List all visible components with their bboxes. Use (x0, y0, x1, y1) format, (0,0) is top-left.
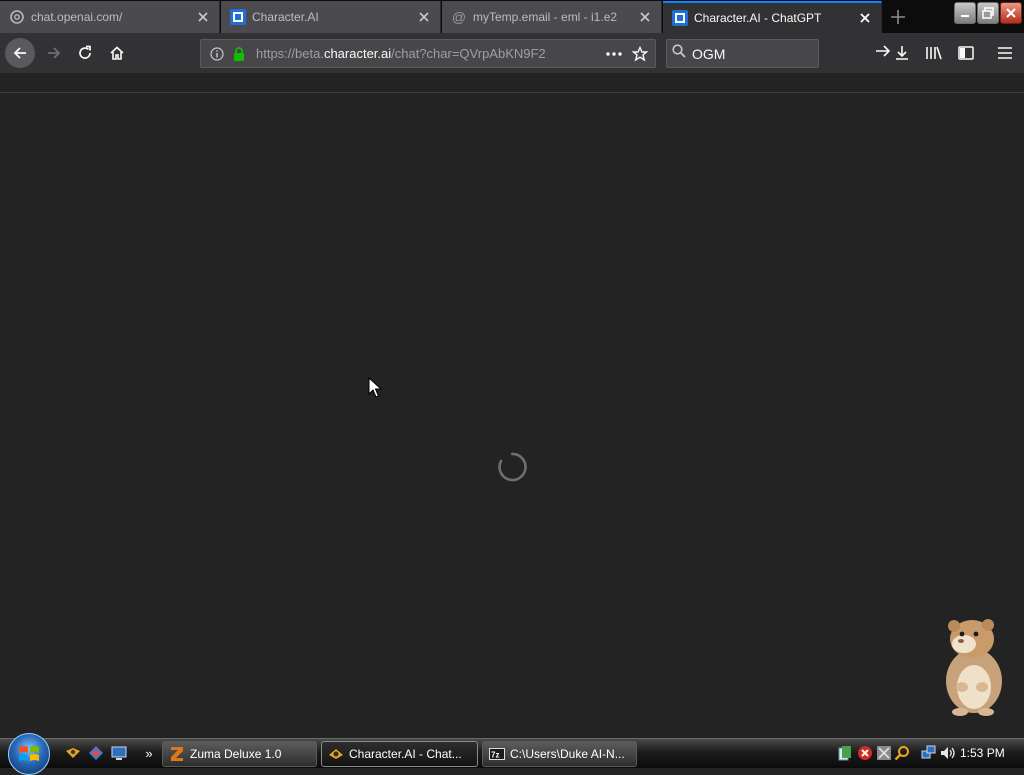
page-actions-icon[interactable] (603, 43, 625, 65)
sidebar-button[interactable] (952, 39, 980, 67)
home-button[interactable] (103, 39, 131, 67)
arrow-left-icon (13, 47, 26, 59)
url-prefix: https://beta. (256, 46, 324, 61)
taskbar-button-firefox[interactable]: Character.AI - Chat... (321, 741, 478, 767)
taskbar: » Zuma Deluxe 1.0 Character.AI - Chat...… (0, 733, 1024, 775)
tab-title: Character.AI (252, 10, 319, 24)
tray-app-icon[interactable] (837, 745, 853, 761)
tab-character-ai[interactable]: Character.AI (221, 1, 441, 33)
restore-icon (982, 7, 994, 19)
close-tab-icon[interactable] (191, 5, 215, 29)
close-icon (1006, 8, 1016, 18)
bookmark-star-icon[interactable] (629, 43, 651, 65)
tab-title: myTemp.email - eml - i1.e2 (473, 10, 618, 24)
zuma-icon (169, 746, 185, 762)
taskbar-button-label: Zuma Deluxe 1.0 (190, 747, 282, 761)
close-tab-icon[interactable] (412, 5, 436, 29)
tab-character-ai-chatgpt[interactable]: Character.AI - ChatGPT (663, 1, 882, 33)
volume-icon[interactable] (940, 745, 956, 761)
download-icon (896, 46, 908, 60)
character-ai-icon (230, 9, 246, 25)
info-icon[interactable] (206, 43, 228, 65)
tab-chat-openai[interactable]: chat.openai.com/ (0, 1, 220, 33)
media-player-icon[interactable] (64, 744, 82, 762)
minimize-button[interactable] (954, 2, 976, 24)
taskbar-button-label: Character.AI - Chat... (349, 747, 462, 761)
url-host: character.ai (323, 46, 392, 61)
hamster-mascot-icon (946, 619, 1002, 716)
library-icon (926, 46, 942, 60)
network-icon[interactable] (87, 744, 105, 762)
openai-icon (9, 9, 25, 25)
7zip-icon: 7z (489, 746, 505, 762)
arrow-right-icon (48, 47, 61, 59)
security-alert-icon[interactable] (857, 745, 873, 761)
close-tab-icon[interactable] (633, 5, 657, 29)
close-tab-icon[interactable] (853, 6, 877, 30)
search-input[interactable] (690, 44, 875, 63)
navigation-toolbar: https://beta.character.ai/chat?char=QVrp… (0, 33, 1024, 73)
taskbar-button-7zip[interactable]: 7z C:\Users\Duke AI-N... (482, 741, 637, 767)
back-button[interactable] (5, 38, 35, 68)
url-text[interactable]: https://beta.character.ai/chat?char=QVrp… (256, 46, 603, 61)
hamburger-menu-icon (998, 47, 1012, 59)
show-desktop-icon[interactable] (110, 744, 128, 762)
new-tab-button[interactable] (884, 3, 912, 31)
network-tray-icon[interactable] (876, 745, 892, 761)
reload-button[interactable] (71, 39, 99, 67)
lock-icon[interactable] (228, 43, 250, 65)
character-ai-icon (672, 10, 688, 26)
at-sign-icon: @ (451, 9, 467, 25)
start-button[interactable] (8, 733, 50, 775)
tab-title: Character.AI - ChatGPT (694, 11, 822, 25)
url-path: /chat?char=QVrpAbKN9F2 (391, 46, 546, 61)
minimize-icon (961, 15, 969, 17)
window-controls (953, 2, 1022, 26)
forward-button[interactable] (40, 39, 68, 67)
url-bar[interactable]: https://beta.character.ai/chat?char=QVrp… (200, 39, 656, 68)
plus-icon (891, 10, 905, 24)
search-icon (672, 44, 686, 63)
close-window-button[interactable] (1000, 2, 1022, 24)
svg-text:7z: 7z (491, 751, 499, 760)
firefox-icon (328, 746, 344, 762)
loading-spinner-icon (498, 452, 527, 482)
system-clock[interactable]: 1:53 PM (960, 746, 1005, 760)
restore-button[interactable] (977, 2, 999, 24)
network-connection-icon[interactable] (921, 745, 937, 761)
downloads-button[interactable] (888, 39, 916, 67)
quicklaunch-overflow[interactable]: » (140, 744, 158, 762)
menu-button[interactable] (991, 39, 1019, 67)
taskbar-button-label: C:\Users\Duke AI-N... (510, 747, 625, 761)
tab-strip: chat.openai.com/ Character.AI @ myTemp.e… (0, 0, 1024, 33)
sidebar-icon (958, 46, 974, 60)
tab-mytemp-email[interactable]: @ myTemp.email - eml - i1.e2 (442, 1, 662, 33)
windows-logo-icon (19, 746, 39, 761)
search-bar[interactable] (666, 39, 891, 68)
mouse-cursor-icon (368, 377, 382, 398)
tab-title: chat.openai.com/ (31, 10, 123, 24)
home-icon (110, 46, 124, 60)
reload-icon (79, 45, 91, 59)
search-tray-icon[interactable] (894, 745, 910, 761)
page-content (0, 92, 1024, 738)
library-button[interactable] (920, 39, 948, 67)
taskbar-button-zuma[interactable]: Zuma Deluxe 1.0 (162, 741, 317, 767)
